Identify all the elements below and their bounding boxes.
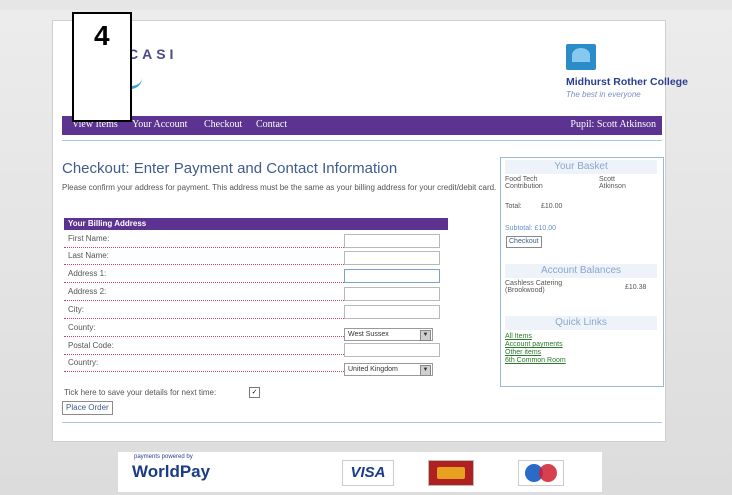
visa-logo: VISA (342, 460, 394, 486)
nav-checkout[interactable]: Checkout (204, 119, 242, 130)
last-name-label: Last Name: (68, 251, 109, 260)
sidebar: Your Basket Food Tech Contribution Scott… (500, 157, 664, 387)
postal-code-row: Postal Code: (64, 338, 344, 355)
country-row: Country: (64, 355, 344, 372)
county-row: County: (64, 320, 344, 337)
quick-link-all-items[interactable]: All Items (505, 333, 532, 340)
balance-account-name: Cashless Catering (Brookwood) (505, 280, 563, 294)
billing-header: Your Billing Address (64, 218, 448, 230)
header-divider (62, 140, 662, 141)
worldpay-caption: payments powered by (134, 454, 193, 460)
footer-divider (62, 422, 662, 423)
pupil-name: Pupil: Scott Atkinson (570, 119, 656, 130)
country-value: United Kingdom (348, 366, 398, 373)
country-select[interactable]: United Kingdom ▼ (344, 363, 433, 376)
city-row: City: (64, 302, 344, 319)
nav-your-account[interactable]: Your Account (132, 119, 187, 130)
first-name-row: First Name: (64, 231, 344, 248)
balances-title: Account Balances (505, 264, 657, 278)
address2-row: Address 2: (64, 284, 344, 301)
step-badge: 4 (72, 12, 132, 122)
main-nav: View Items Your Account Checkout Contact… (62, 116, 662, 135)
city-label: City: (68, 305, 84, 314)
basket-title: Your Basket (505, 160, 657, 174)
balance-account-value: £10.38 (625, 284, 647, 291)
page-title: Checkout: Enter Payment and Contact Info… (62, 160, 398, 177)
basket-total-value: £10.00 (541, 203, 563, 210)
quick-links-title: Quick Links (505, 316, 657, 330)
quick-link-account-payments[interactable]: Account payments (505, 341, 563, 348)
instructions: Please confirm your address for payment.… (62, 183, 497, 192)
postal-code-label: Postal Code: (68, 341, 114, 350)
basket-total-label: Total: (505, 203, 522, 210)
quick-link-other-items[interactable]: Other items (505, 349, 541, 356)
worldpay-logo: WorldPay (132, 462, 211, 481)
address1-input[interactable] (344, 269, 440, 283)
country-label: Country: (68, 358, 99, 367)
nav-contact[interactable]: Contact (256, 119, 287, 130)
site-logo: CASI (128, 46, 178, 62)
county-select[interactable]: West Sussex ▼ (344, 328, 433, 341)
last-name-row: Last Name: (64, 248, 344, 265)
mastercard-icon (428, 460, 474, 486)
address1-label: Address 1: (68, 269, 107, 278)
maestro-icon (518, 460, 564, 486)
county-value: West Sussex (348, 331, 389, 338)
payment-logos: payments powered by WorldPay VISA (118, 452, 602, 492)
basket-subtotal: Subtotal: £10.00 (505, 225, 556, 232)
college-name: Midhurst Rother College (566, 76, 688, 88)
first-name-label: First Name: (68, 234, 110, 243)
last-name-input[interactable] (344, 251, 440, 265)
save-details-label: Tick here to save your details for next … (64, 388, 217, 397)
chevron-down-icon[interactable]: ▼ (420, 330, 431, 341)
address2-input[interactable] (344, 287, 440, 301)
checkout-button[interactable]: Checkout (506, 236, 542, 248)
college-tagline: The best in everyone (566, 90, 641, 99)
city-input[interactable] (344, 305, 440, 319)
save-details-checkbox[interactable]: ✓ (249, 387, 260, 398)
address2-label: Address 2: (68, 287, 107, 296)
chevron-down-icon[interactable]: ▼ (420, 365, 431, 376)
postal-code-input[interactable] (344, 343, 440, 357)
county-label: County: (68, 323, 96, 332)
address1-row: Address 1: (64, 266, 344, 283)
college-tree-icon (566, 44, 596, 70)
first-name-input[interactable] (344, 234, 440, 248)
basket-item-name: Food Tech Contribution (505, 176, 543, 190)
basket-item-for: Scott Atkinson (599, 176, 626, 190)
place-order-button[interactable]: Place Order (62, 401, 113, 415)
quick-link-common-room[interactable]: 6th Common Room (505, 357, 566, 364)
